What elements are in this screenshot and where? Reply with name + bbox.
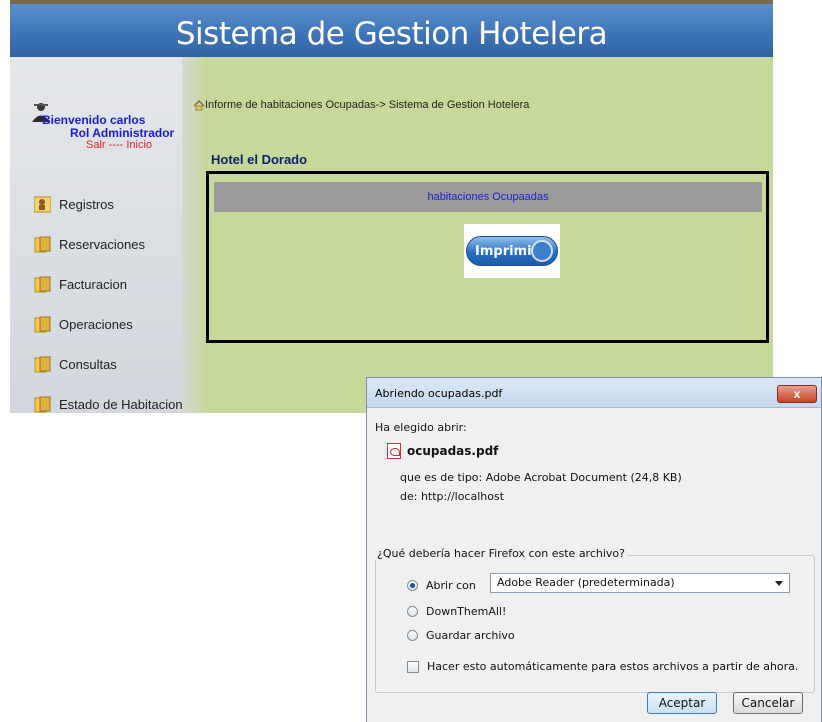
sidebar-item-reservaciones[interactable]: Reservaciones xyxy=(34,224,196,264)
open-with-label: Abrir con xyxy=(426,579,476,592)
home-icon[interactable] xyxy=(193,99,205,111)
sidebar-item-facturacion[interactable]: Facturacion xyxy=(34,264,196,304)
application-select[interactable]: Adobe Reader (predeterminada) xyxy=(490,573,790,593)
sidebar-item-label: Registros xyxy=(59,196,114,212)
chevron-down-icon xyxy=(775,581,783,586)
close-button[interactable]: x xyxy=(777,385,817,403)
sidebar-item-operaciones[interactable]: Operaciones xyxy=(34,304,196,344)
printer-icon xyxy=(531,240,553,262)
sidebar-item-label: Consultas xyxy=(59,356,117,372)
print-pill: Imprimir xyxy=(466,236,558,266)
folder-icon xyxy=(34,356,51,372)
downthemall-label: DownThemAll! xyxy=(426,605,507,618)
sidebar-item-label: Operaciones xyxy=(59,316,133,332)
role-text: Rol Administrador xyxy=(70,126,175,140)
folder-icon xyxy=(34,316,51,332)
folder-icon xyxy=(34,396,51,412)
link-separator: ---- xyxy=(108,139,124,151)
save-file-label: Guardar archivo xyxy=(426,629,515,642)
site-title: Sistema de Gestion Hotelera xyxy=(175,16,608,52)
report-panel: habitaciones Ocupaadas Imprimir xyxy=(206,171,769,343)
web-page: Sistema de Gestion Hotelera Bienvenido c… xyxy=(0,0,773,413)
dialog-title: Abriendo ocupadas.pdf xyxy=(375,387,503,400)
auto-action-checkbox[interactable] xyxy=(407,660,419,673)
folder-icon xyxy=(34,276,51,292)
sidebar-item-registros[interactable]: Registros xyxy=(34,184,196,224)
accept-button[interactable]: Aceptar xyxy=(647,692,717,714)
save-file-radio[interactable] xyxy=(407,630,418,641)
dialog-body: Ha elegido abrir: ocupadas.pdf que es de… xyxy=(367,409,821,722)
sidebar-item-label: Facturacion xyxy=(59,276,127,292)
welcome-text: Bienvenido carlos xyxy=(42,113,146,127)
users-icon xyxy=(34,196,51,212)
print-button[interactable]: Imprimir xyxy=(464,224,560,278)
report-title: habitaciones Ocupaadas xyxy=(214,182,762,212)
cancel-button[interactable]: Cancelar xyxy=(733,692,803,714)
pdf-icon xyxy=(387,443,401,459)
sidebar: Bienvenido carlos Rol Administrador Salr… xyxy=(10,57,196,413)
print-label: Imprimir xyxy=(475,243,538,259)
home-link[interactable]: Inicio xyxy=(126,139,152,151)
action-question: ¿Qué debería hacer Firefox con este arch… xyxy=(375,547,627,560)
site-header: Sistema de Gestion Hotelera xyxy=(10,0,773,57)
sidebar-item-estado-habitaciones[interactable]: Estado de Habitaciones xyxy=(34,384,196,424)
user-links: Salr ---- Inicio xyxy=(86,139,152,151)
auto-action-label: Hacer esto automáticamente para estos ar… xyxy=(427,660,799,673)
sidebar-menu: Registros Reservaciones Facturacion Oper… xyxy=(34,184,196,424)
hotel-name: Hotel el Dorado xyxy=(211,152,308,167)
save-file-option[interactable]: Guardar archivo xyxy=(407,629,515,642)
breadcrumb: Informe de habitaciones Ocupadas-> Siste… xyxy=(193,99,529,111)
downthemall-radio[interactable] xyxy=(407,606,418,617)
sidebar-item-consultas[interactable]: Consultas xyxy=(34,344,196,384)
folder-icon xyxy=(34,236,51,252)
auto-action-option[interactable]: Hacer esto automáticamente para estos ar… xyxy=(407,660,798,673)
downthemall-option[interactable]: DownThemAll! xyxy=(407,605,506,618)
file-name: ocupadas.pdf xyxy=(407,444,499,458)
logout-link[interactable]: Salr xyxy=(86,139,106,151)
open-with-radio[interactable] xyxy=(407,580,418,591)
breadcrumb-text[interactable]: Informe de habitaciones Ocupadas-> Siste… xyxy=(205,99,529,111)
sidebar-item-label: Estado de Habitaciones xyxy=(59,396,197,412)
dialog-titlebar[interactable]: Abriendo ocupadas.pdf x xyxy=(367,378,821,408)
file-source: de: http://localhost xyxy=(400,490,505,503)
sidebar-item-label: Reservaciones xyxy=(59,236,145,252)
file-type: que es de tipo: Adobe Acrobat Document (… xyxy=(400,471,682,484)
open-with-option[interactable]: Abrir con xyxy=(407,579,476,592)
application-select-value: Adobe Reader (predeterminada) xyxy=(497,576,675,589)
download-dialog: Abriendo ocupadas.pdf x Ha elegido abrir… xyxy=(366,377,822,722)
file-row: ocupadas.pdf xyxy=(387,443,498,459)
dialog-intro: Ha elegido abrir: xyxy=(375,421,467,434)
